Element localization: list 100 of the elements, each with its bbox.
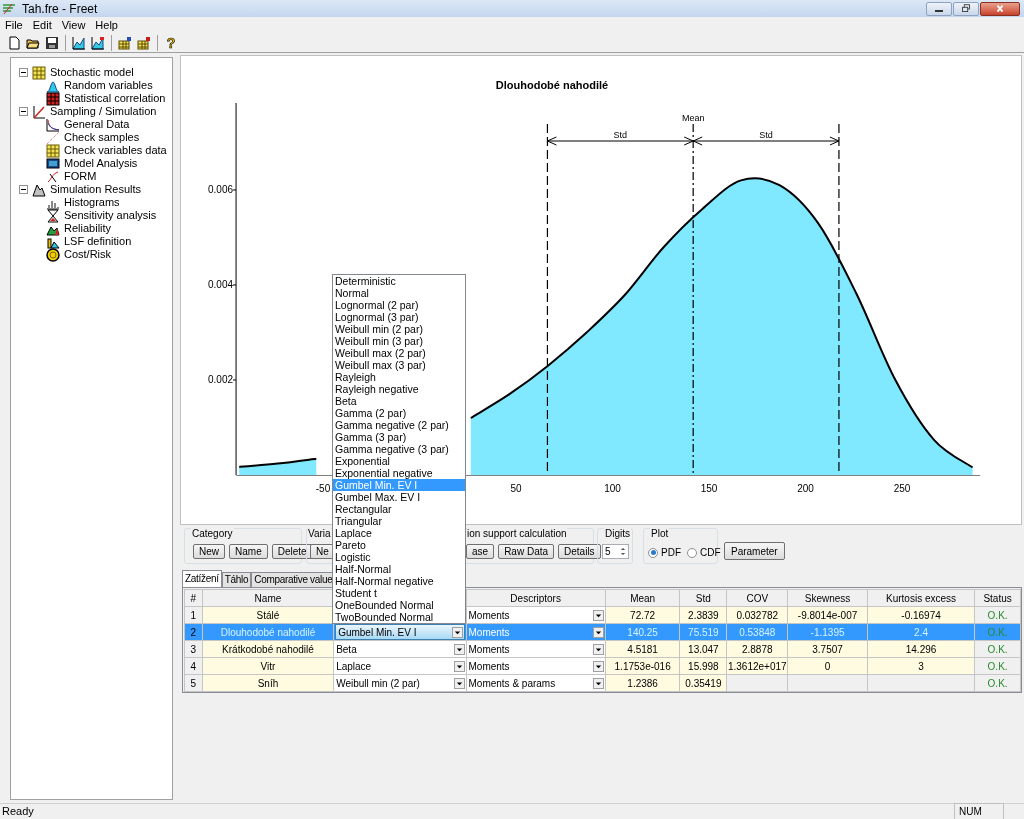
button[interactable]: Raw Data xyxy=(498,544,555,559)
dropdown-button[interactable] xyxy=(451,626,463,638)
dropdown-option[interactable]: OneBounded Normal xyxy=(333,599,465,611)
group-label: Category xyxy=(191,528,234,540)
column-header[interactable]: # xyxy=(184,589,203,607)
dropdown-option[interactable]: Rectangular xyxy=(333,503,465,515)
dropdown-option[interactable]: Exponential xyxy=(333,455,465,467)
dropdown-option[interactable]: Deterministic xyxy=(333,275,465,287)
column-header[interactable]: Descriptors xyxy=(466,589,606,607)
dropdown-option[interactable]: Gamma (3 par) xyxy=(333,431,465,443)
hourglass-icon xyxy=(46,208,60,223)
curve-arrow-icon xyxy=(46,169,60,184)
collapse-toggle[interactable] xyxy=(19,68,28,77)
dropdown-option[interactable]: Gamma negative (2 par) xyxy=(333,419,465,431)
menu-item[interactable]: File xyxy=(0,16,28,34)
cell-text: Beta xyxy=(335,642,357,657)
axis-label: 250 xyxy=(893,483,911,494)
curves-chart-icon xyxy=(46,117,60,132)
dropdown-option[interactable]: Gamma negative (3 par) xyxy=(333,443,465,455)
button[interactable]: New xyxy=(193,544,225,559)
dropdown-button[interactable] xyxy=(453,660,465,672)
menu-item[interactable]: Help xyxy=(90,16,123,34)
dropdown-option[interactable]: Gumbel Max. EV I xyxy=(333,491,465,503)
axis-label: 50 xyxy=(510,483,522,494)
spinner-arrows-icon xyxy=(618,545,628,558)
dropdown-option[interactable]: Pareto xyxy=(333,539,465,551)
grid-button[interactable] xyxy=(136,34,152,51)
dropdown-option[interactable]: Logistic xyxy=(333,551,465,563)
restore-icon xyxy=(960,2,972,15)
dropdown-option[interactable]: Half-Normal negative xyxy=(333,575,465,587)
dropdown-button[interactable] xyxy=(592,626,604,638)
grid-button[interactable] xyxy=(117,34,133,51)
chart-icon xyxy=(91,35,105,50)
dropdown-option[interactable]: Laplace xyxy=(333,527,465,539)
dropdown-button[interactable] xyxy=(592,660,604,672)
dropdown-button[interactable] xyxy=(453,677,465,689)
dropdown-option[interactable]: Exponential negative xyxy=(333,467,465,479)
group-label: Varia xyxy=(308,528,331,540)
new-file-button[interactable] xyxy=(6,34,22,51)
cell-text: Moments xyxy=(467,642,510,657)
dropdown-button[interactable] xyxy=(592,643,604,655)
column-header[interactable]: Skewness xyxy=(787,589,868,607)
dropdown-button[interactable] xyxy=(453,643,465,655)
matrix-icon xyxy=(46,91,60,106)
grid-icon xyxy=(46,143,60,158)
save-button[interactable] xyxy=(44,34,60,51)
collapse-toggle[interactable] xyxy=(19,185,28,194)
button[interactable]: ase xyxy=(466,544,495,559)
group-label: Digits xyxy=(604,528,631,540)
dropdown-option[interactable]: Weibull max (3 par) xyxy=(333,359,465,371)
dropdown-option[interactable]: Beta xyxy=(333,395,465,407)
chart-title: Dlouhodobé nahodilé xyxy=(495,79,609,91)
dropdown-option[interactable]: Normal xyxy=(333,287,465,299)
dropdown-option[interactable]: Rayleigh negative xyxy=(333,383,465,395)
column-header[interactable]: Status xyxy=(974,589,1021,607)
dropdown-option[interactable]: Lognormal (3 par) xyxy=(333,311,465,323)
line-chart-icon xyxy=(32,104,46,119)
annotation-label: Std xyxy=(613,130,628,140)
grid-icon xyxy=(118,35,132,50)
close-button[interactable] xyxy=(980,1,1020,16)
app-icon xyxy=(2,1,16,16)
chart-button[interactable] xyxy=(71,34,87,51)
dropdown-option[interactable]: TwoBounded Normal xyxy=(333,611,465,623)
dropdown-option[interactable]: Rayleigh xyxy=(333,371,465,383)
menu-item[interactable]: Edit xyxy=(27,16,57,34)
radio-button[interactable] xyxy=(648,547,658,558)
axis-label: -50 xyxy=(315,483,331,494)
new-file-icon xyxy=(7,35,21,50)
button[interactable]: Details xyxy=(558,544,601,559)
tab[interactable]: Zatížení xyxy=(182,570,222,587)
dropdown-button[interactable] xyxy=(592,609,604,621)
tab[interactable]: Táhlo xyxy=(221,572,252,587)
chart-button[interactable] xyxy=(90,34,106,51)
collapse-toggle[interactable] xyxy=(19,107,28,116)
button[interactable]: Parameter xyxy=(724,542,785,560)
minimize-button[interactable] xyxy=(926,1,952,16)
axis-label: 150 xyxy=(700,483,718,494)
dropdown-option[interactable]: Triangular xyxy=(333,515,465,527)
dropdown-option[interactable]: Weibull min (2 par) xyxy=(333,323,465,335)
column-header[interactable]: COV xyxy=(726,589,788,607)
dropdown-option[interactable]: Weibull max (2 par) xyxy=(333,347,465,359)
restore-button[interactable] xyxy=(953,1,979,16)
axis-label: 100 xyxy=(604,483,621,494)
column-header[interactable]: Name xyxy=(202,589,334,607)
dropdown-option[interactable]: Weibull min (3 par) xyxy=(333,335,465,347)
column-header[interactable]: Mean xyxy=(605,589,680,607)
column-header[interactable]: Kurtosis excess xyxy=(867,589,975,607)
dropdown-option[interactable]: Lognormal (2 par) xyxy=(333,299,465,311)
button[interactable]: Name xyxy=(229,544,268,559)
menu-item[interactable]: View xyxy=(56,16,91,34)
dropdown-button[interactable] xyxy=(592,677,604,689)
column-header[interactable]: Std xyxy=(679,589,727,607)
dropdown-option[interactable]: Gamma (2 par) xyxy=(333,407,465,419)
cell-text: Weibull min (2 par) xyxy=(335,676,420,691)
radio-button[interactable] xyxy=(687,547,697,558)
coin-icon xyxy=(46,247,60,262)
button[interactable]: Ne xyxy=(310,544,335,559)
dropdown-option[interactable]: Half-Normal xyxy=(333,563,465,575)
spin-box[interactable]: 5 xyxy=(602,544,629,559)
button[interactable]: Delete xyxy=(271,544,313,559)
